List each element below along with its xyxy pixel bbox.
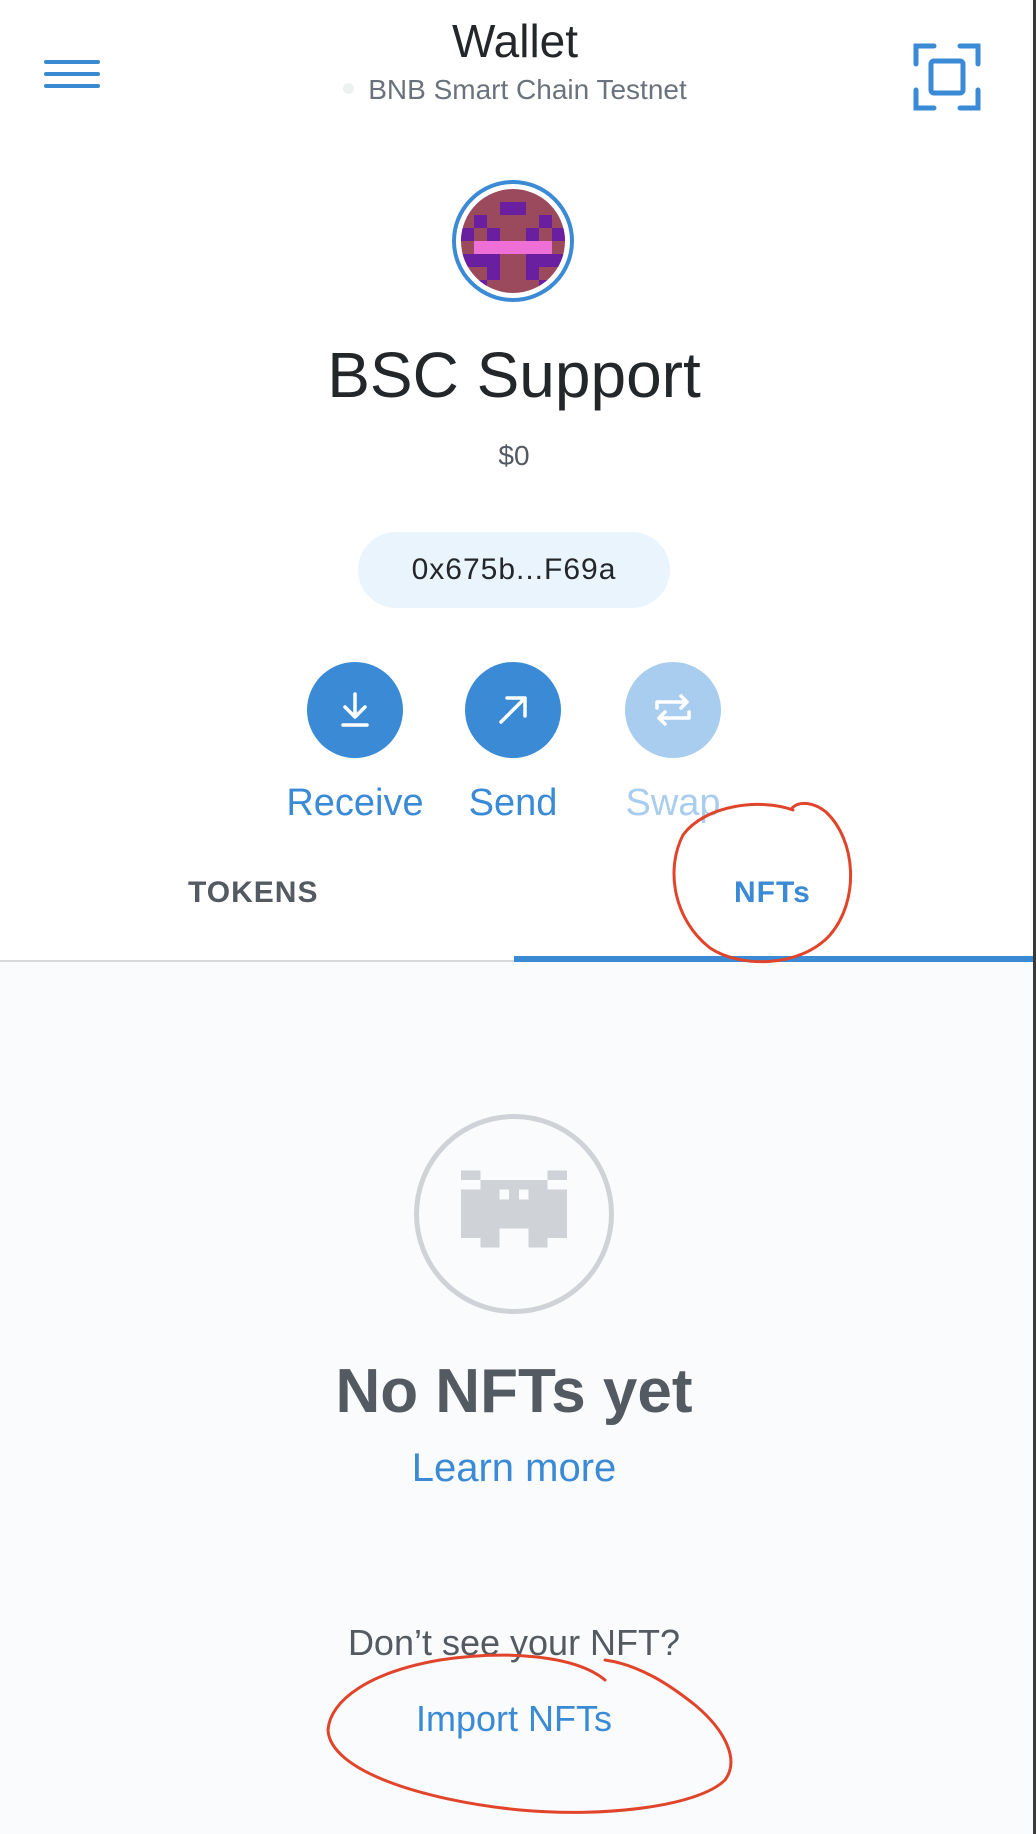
send-button[interactable]: Send [438, 662, 588, 825]
account-avatar[interactable] [452, 180, 574, 302]
swap-button[interactable]: Swap [598, 662, 748, 825]
account-balance: $0 [498, 440, 530, 471]
empty-state-title: No NFTs yet [335, 1357, 693, 1426]
account-address-button[interactable]: 0x675b...F69a [358, 532, 670, 608]
network-name: BNB Smart Chain Testnet [368, 74, 687, 105]
download-arrow-icon [341, 692, 369, 727]
receive-button[interactable]: Receive [280, 662, 430, 825]
learn-more-link[interactable]: Learn more [0, 1446, 1028, 1491]
import-nfts-link[interactable]: Import NFTs [0, 1698, 1028, 1740]
missing-nft-prompt: Don’t see your NFT? [347, 1622, 681, 1663]
swap-arrows-icon [655, 694, 691, 726]
tab-nfts[interactable]: NFTs [734, 876, 811, 910]
arrow-up-right-icon [499, 696, 527, 724]
account-name[interactable]: BSC Support [0, 338, 1028, 412]
page-title: Wallet [451, 15, 579, 67]
tab-tokens[interactable]: TOKENS [188, 876, 318, 910]
space-invader-icon [414, 1114, 614, 1314]
wallet-screen: Wallet BNB Smart Chain Testnet BSC Suppo… [0, 0, 1036, 1834]
network-selector[interactable]: BNB Smart Chain Testnet [0, 74, 1030, 106]
qr-scan-icon[interactable] [912, 42, 982, 112]
send-label: Send [468, 782, 558, 824]
network-status-dot [343, 83, 355, 95]
receive-label: Receive [286, 782, 424, 824]
swap-label: Swap [625, 782, 721, 824]
